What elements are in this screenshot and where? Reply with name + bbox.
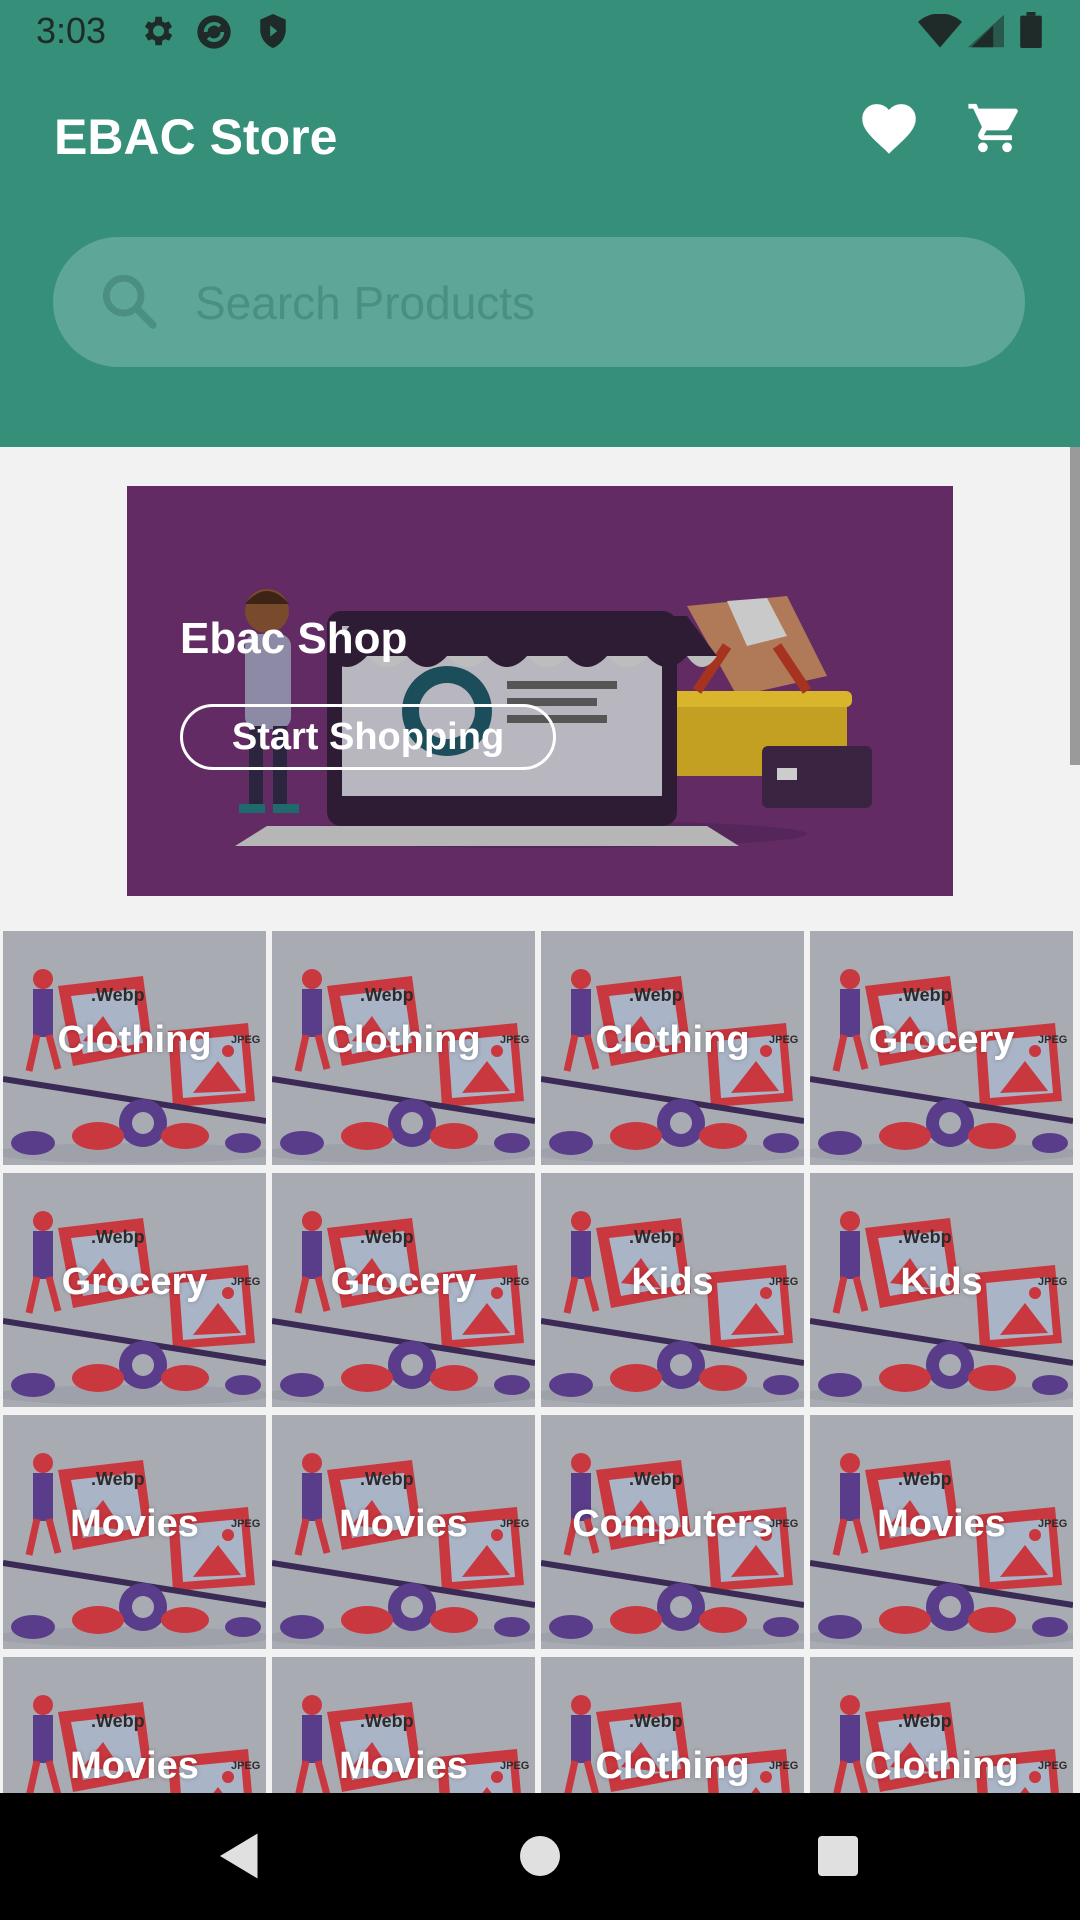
- webp-tag: .Webp: [91, 985, 145, 1005]
- category-label: Clothing: [595, 1019, 750, 1061]
- webp-tag: .Webp: [898, 1469, 952, 1489]
- banner-title: Ebac Shop: [180, 614, 408, 663]
- status-time: 3:03: [36, 10, 107, 51]
- category-label: Movies: [877, 1503, 1006, 1545]
- webp-tag: .Webp: [629, 985, 683, 1005]
- search-box[interactable]: [53, 237, 1025, 367]
- category-grid: .Webp JPEG Clothing .Webp JPEG Clothing .Webp J…: [3, 931, 1075, 1793]
- category-label: Movies: [339, 1745, 468, 1787]
- webp-tag: .Webp: [360, 1227, 414, 1247]
- app-bar: EBAC Store: [0, 63, 1080, 447]
- shield-icon: [256, 12, 290, 54]
- search-icon: [97, 269, 161, 337]
- webp-tag: .Webp: [360, 985, 414, 1005]
- back-button[interactable]: [180, 1793, 300, 1920]
- category-label: Movies: [70, 1745, 199, 1787]
- category-label: Computers: [572, 1503, 773, 1545]
- status-bar: 3:03: [0, 0, 1080, 63]
- app-title: EBAC Store: [54, 109, 338, 165]
- sync-icon: [194, 12, 234, 56]
- home-button[interactable]: [480, 1793, 600, 1920]
- category-tile[interactable]: .Webp JPEG Movies: [3, 1657, 266, 1793]
- cart-icon[interactable]: [966, 99, 1024, 161]
- shop-illustration: [235, 589, 872, 848]
- category-tile[interactable]: .Webp JPEG Clothing: [541, 1657, 804, 1793]
- category-label: Movies: [339, 1503, 468, 1545]
- category-label: Movies: [70, 1503, 199, 1545]
- category-label: Clothing: [864, 1745, 1019, 1787]
- heart-icon[interactable]: [858, 99, 920, 159]
- category-tile[interactable]: .Webp JPEG Clothing: [272, 931, 535, 1165]
- webp-tag: .Webp: [91, 1469, 145, 1489]
- category-tile[interactable]: .Webp JPEG Grocery: [272, 1173, 535, 1407]
- category-tile[interactable]: .Webp JPEG Kids: [541, 1173, 804, 1407]
- promo-banner[interactable]: Ebac Shop Start Shopping: [127, 486, 953, 896]
- gear-icon: [138, 12, 176, 54]
- webp-tag: .Webp: [898, 1711, 952, 1731]
- category-label: Grocery: [330, 1261, 477, 1303]
- category-tile[interactable]: .Webp JPEG Movies: [272, 1657, 535, 1793]
- webp-tag: .Webp: [360, 1469, 414, 1489]
- category-label: Clothing: [57, 1019, 212, 1061]
- webp-tag: .Webp: [629, 1227, 683, 1247]
- wifi-icon: [918, 13, 962, 52]
- category-tile[interactable]: .Webp JPEG Grocery: [810, 931, 1073, 1165]
- category-tile[interactable]: .Webp JPEG Movies: [810, 1415, 1073, 1649]
- signal-icon: [968, 14, 1004, 52]
- recents-button[interactable]: [778, 1793, 898, 1920]
- category-tile[interactable]: .Webp JPEG Grocery: [3, 1173, 266, 1407]
- webp-tag: .Webp: [629, 1469, 683, 1489]
- webp-tag: .Webp: [898, 1227, 952, 1247]
- category-label: Clothing: [595, 1745, 750, 1787]
- webp-tag: .Webp: [629, 1711, 683, 1731]
- start-shopping-button[interactable]: Start Shopping: [180, 704, 556, 770]
- webp-tag: .Webp: [360, 1711, 414, 1731]
- search-input[interactable]: [193, 259, 997, 347]
- battery-icon: [1020, 12, 1042, 52]
- recents-icon: [818, 1836, 858, 1876]
- home-icon: [520, 1836, 560, 1876]
- webp-tag: .Webp: [91, 1711, 145, 1731]
- category-tile[interactable]: .Webp JPEG Movies: [272, 1415, 535, 1649]
- scrollbar[interactable]: [1070, 447, 1080, 765]
- category-tile[interactable]: .Webp JPEG Clothing: [541, 931, 804, 1165]
- category-tile[interactable]: .Webp JPEG Clothing: [810, 1657, 1073, 1793]
- category-label: Clothing: [326, 1019, 481, 1061]
- webp-tag: .Webp: [898, 985, 952, 1005]
- category-tile[interactable]: .Webp JPEG Clothing: [3, 931, 266, 1165]
- category-tile[interactable]: .Webp JPEG Movies: [3, 1415, 266, 1649]
- back-icon: [220, 1833, 258, 1879]
- category-tile[interactable]: .Webp JPEG Kids: [810, 1173, 1073, 1407]
- category-label: Grocery: [61, 1261, 208, 1303]
- category-label: Kids: [631, 1261, 714, 1303]
- category-label: Kids: [900, 1261, 983, 1303]
- category-tile[interactable]: .Webp JPEG Computers: [541, 1415, 804, 1649]
- category-label: Grocery: [868, 1019, 1015, 1061]
- webp-tag: .Webp: [91, 1227, 145, 1247]
- navigation-bar: [0, 1793, 1080, 1920]
